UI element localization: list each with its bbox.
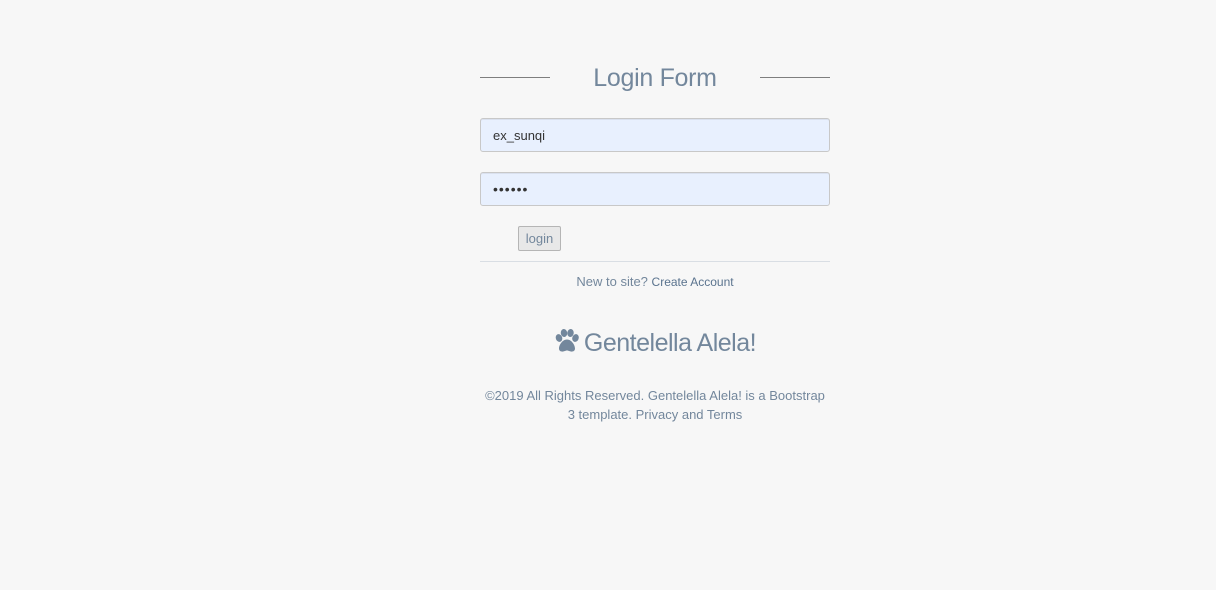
title-divider-right <box>760 77 830 78</box>
page-title: Login Form <box>593 64 717 92</box>
login-panel: Login Form login New to site? Create Acc… <box>480 0 830 422</box>
copyright-text: ©2019 All Rights Reserved. Gentelella Al… <box>485 388 825 422</box>
create-account-row: New to site? Create Account <box>480 273 830 291</box>
password-input[interactable] <box>480 172 830 206</box>
new-to-site-text: New to site? <box>576 274 648 289</box>
title-divider-left <box>480 77 550 78</box>
title-row: Login Form <box>480 58 830 98</box>
create-account-link[interactable]: Create Account <box>652 275 734 289</box>
brand: Gentelella Alela! <box>480 327 830 359</box>
form-separator <box>480 261 830 262</box>
brand-name: Gentelella Alela! <box>583 329 757 357</box>
paw-icon <box>555 329 579 352</box>
username-input[interactable] <box>480 118 830 152</box>
login-button[interactable]: login <box>518 226 561 251</box>
